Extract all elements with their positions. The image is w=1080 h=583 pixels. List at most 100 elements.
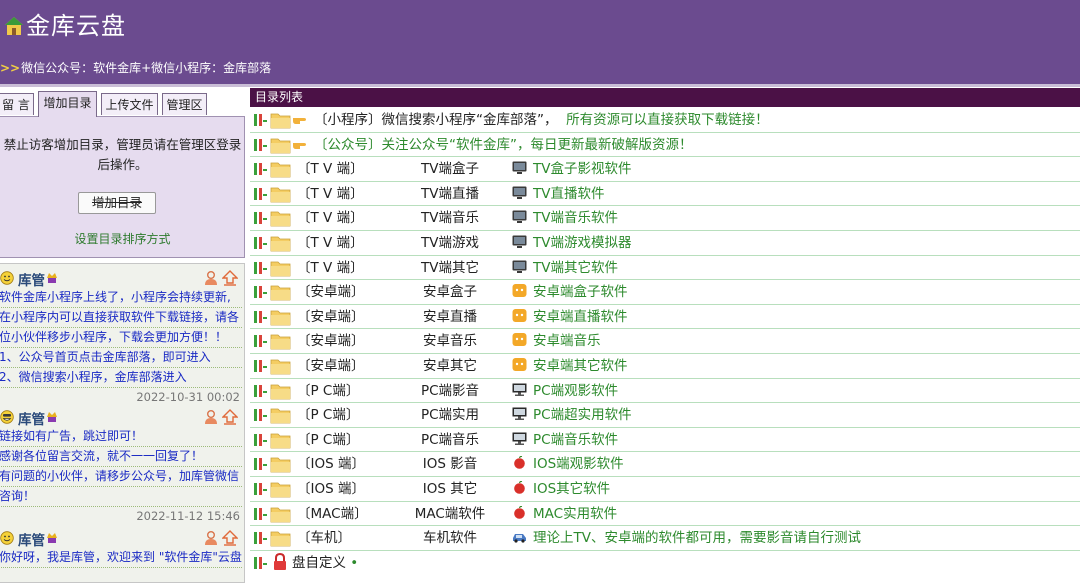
directory-description: 安卓端盒子软件 — [512, 280, 628, 304]
directory-name[interactable]: TV端音乐 — [400, 206, 500, 230]
directory-category: 〔T V 端〕 — [297, 234, 364, 251]
directory-name[interactable]: 车机软件 — [400, 526, 500, 550]
comment-body: 链接如有广告，跳过即可！ 感谢各位留言交流，就不一一回复了！ 有问题的小伙伴，请… — [0, 427, 242, 507]
folder-icon — [270, 408, 291, 424]
directory-row[interactable]: 〔T V 端〕 TV端音乐 TV端音乐软件 — [250, 206, 1080, 231]
tree-branch-icon — [254, 507, 267, 520]
comments-list: 库管 软件金库小程序上线了，小程序会持续更新, 在小程序内可以直接获取软件下载链… — [0, 263, 245, 583]
directory-row[interactable]: 〔安卓端〕 安卓音乐 安卓端音乐 — [250, 329, 1080, 354]
folder-icon — [270, 359, 291, 375]
directory-category: 〔T V 端〕 — [297, 210, 364, 227]
reply-icon[interactable] — [222, 270, 238, 286]
comment-line: 软件金库小程序上线了，小程序会持续更新, — [0, 288, 242, 308]
directory-name[interactable]: 安卓其它 — [400, 354, 500, 378]
pointing-hand-icon — [293, 142, 306, 149]
tree-branch-icon — [254, 458, 267, 471]
directory-name[interactable]: PC端实用 — [400, 403, 500, 427]
reply-icon[interactable] — [222, 409, 238, 425]
folder-icon — [270, 334, 291, 350]
directory-row[interactable]: 〔IOS 端〕 IOS 其它 IOS其它软件 — [250, 477, 1080, 502]
smiley-icon — [0, 531, 14, 545]
directory-row[interactable]: 〔P C端〕 PC端音乐 PC端音乐软件 — [250, 428, 1080, 453]
tree-branch-icon — [254, 114, 267, 126]
comment-header: 库管 — [0, 528, 244, 549]
directory-row[interactable]: 〔T V 端〕 TV端直播 TV直播软件 — [250, 182, 1080, 207]
directory-description: TV盒子影视软件 — [512, 157, 631, 181]
tab-upload-file[interactable]: 上传文件 — [101, 93, 158, 115]
android-icon — [512, 333, 533, 349]
directory-row[interactable]: 〔车机〕 车机软件 理论上TV、安卓端的软件都可用，需要影音请自行测试 — [250, 526, 1080, 551]
monitor-icon — [512, 407, 533, 423]
directory-name[interactable]: 安卓盒子 — [400, 280, 500, 304]
directory-row[interactable]: 〔安卓端〕 安卓直播 安卓端直播软件 — [250, 305, 1080, 330]
user-profile-icon[interactable] — [204, 270, 218, 286]
comment-line: 1、公众号首页点击金库部落，即可进入 — [0, 348, 242, 368]
directory-name[interactable]: 安卓音乐 — [400, 329, 500, 353]
description-text: TV端游戏模拟器 — [533, 234, 632, 251]
comment-item: 库管 你好呀，我是库管，欢迎来到 "软件金库"云盘 — [0, 528, 244, 568]
custom-label: 盘自定义 — [292, 554, 346, 571]
tree-branch-icon — [254, 359, 267, 372]
admin-badge-icon — [47, 412, 57, 422]
directory-row[interactable]: 〔MAC端〕 MAC端软件 MAC实用软件 — [250, 502, 1080, 527]
description-text: TV盒子影视软件 — [533, 161, 632, 178]
comment-body: 你好呀，我是库管，欢迎来到 "软件金库"云盘 — [0, 548, 242, 568]
directory-name[interactable]: IOS 其它 — [400, 477, 500, 501]
directory-row[interactable]: 〔公众号〕关注公众号“软件金库”，每日更新最新破解版资源！ — [250, 133, 1080, 158]
site-logo[interactable]: 金库云盘 — [3, 10, 126, 42]
folder-icon — [270, 187, 291, 203]
folder-icon — [270, 433, 291, 449]
add-directory-button[interactable]: 增加目录 — [78, 192, 156, 214]
directory-name[interactable]: TV端直播 — [400, 182, 500, 206]
user-profile-icon[interactable] — [204, 530, 218, 546]
directory-category: 〔IOS 端〕 — [297, 456, 365, 473]
notice-arrows: >> — [0, 61, 21, 75]
directory-description: TV端游戏模拟器 — [512, 231, 631, 255]
comment-line: 感谢各位留言交流，就不一一回复了！ — [0, 447, 242, 467]
sort-settings-link[interactable]: 设置目录排序方式 — [0, 230, 246, 247]
tab-admin[interactable]: 管理区 — [162, 93, 207, 115]
directory-rows: 〔T V 端〕 TV端盒子 TV盒子影视软件 〔T V 端〕 TV端直播 TV直播软件 〔T… — [250, 157, 1080, 551]
directory-name[interactable]: PC端音乐 — [400, 428, 500, 452]
directory-category: 〔P C端〕 — [297, 382, 360, 399]
directory-category: 〔T V 端〕 — [297, 161, 364, 178]
left-panel: 留 言 增加目录 上传文件 管理区 禁止访客增加目录，管理员请在管理区登录后操作… — [0, 87, 247, 583]
directory-row[interactable]: 〔T V 端〕 TV端其它 TV端其它软件 — [250, 256, 1080, 281]
comment-item: 库管 软件金库小程序上线了，小程序会持续更新, 在小程序内可以直接获取软件下载链… — [0, 268, 244, 406]
directory-category: 〔安卓端〕 — [297, 284, 365, 301]
comment-user: 库管 — [18, 273, 45, 289]
directory-row[interactable]: 〔IOS 端〕 IOS 影音 IOS端观影软件 — [250, 452, 1080, 477]
directory-row[interactable]: 〔P C端〕 PC端影音 PC端观影软件 — [250, 379, 1080, 404]
directory-name[interactable]: 安卓直播 — [400, 305, 500, 329]
directory-name[interactable]: MAC端软件 — [400, 502, 500, 526]
tab-add-directory[interactable]: 增加目录 — [38, 91, 97, 117]
directory-row[interactable]: 〔T V 端〕 TV端盒子 TV盒子影视软件 — [250, 157, 1080, 182]
directory-description: PC端音乐软件 — [512, 428, 618, 452]
notice-prefix: 〔小程序〕微信搜索小程序“金库部落”， — [314, 112, 558, 128]
directory-name[interactable]: PC端影音 — [400, 379, 500, 403]
user-profile-icon[interactable] — [204, 409, 218, 425]
directory-row-custom[interactable]: 盘自定义 • — [250, 551, 1080, 576]
tv-icon — [512, 161, 533, 177]
directory-row[interactable]: 〔安卓端〕 安卓盒子 安卓端盒子软件 — [250, 280, 1080, 305]
folder-icon — [270, 211, 291, 227]
directory-name[interactable]: IOS 影音 — [400, 452, 500, 476]
directory-description: 安卓端音乐 — [512, 329, 601, 353]
reply-icon[interactable] — [222, 530, 238, 546]
description-text: PC端音乐软件 — [533, 431, 619, 448]
house-icon — [5, 17, 23, 35]
directory-row[interactable]: 〔小程序〕微信搜索小程序“金库部落”， 所有资源可以直接获取下载链接！ — [250, 108, 1080, 133]
directory-row[interactable]: 〔T V 端〕 TV端游戏 TV端游戏模拟器 — [250, 231, 1080, 256]
tab-message[interactable]: 留 言 — [0, 93, 34, 115]
tree-branch-icon — [254, 163, 267, 176]
comment-time: 2022-11-12 15:46 — [136, 509, 240, 523]
notice-suffix: 〔公众号〕关注公众号“软件金库”，每日更新最新破解版资源！ — [314, 136, 693, 153]
directory-row[interactable]: 〔P C端〕 PC端实用 PC端超实用软件 — [250, 403, 1080, 428]
directory-name[interactable]: TV端游戏 — [400, 231, 500, 255]
directory-name[interactable]: TV端盒子 — [400, 157, 500, 181]
directory-row[interactable]: 〔安卓端〕 安卓其它 安卓端其它软件 — [250, 354, 1080, 379]
custom-label-wrap: 盘自定义 • — [292, 551, 358, 575]
directory-name[interactable]: TV端其它 — [400, 256, 500, 280]
description-text: TV端其它软件 — [533, 259, 618, 276]
monitor-icon — [512, 432, 533, 448]
